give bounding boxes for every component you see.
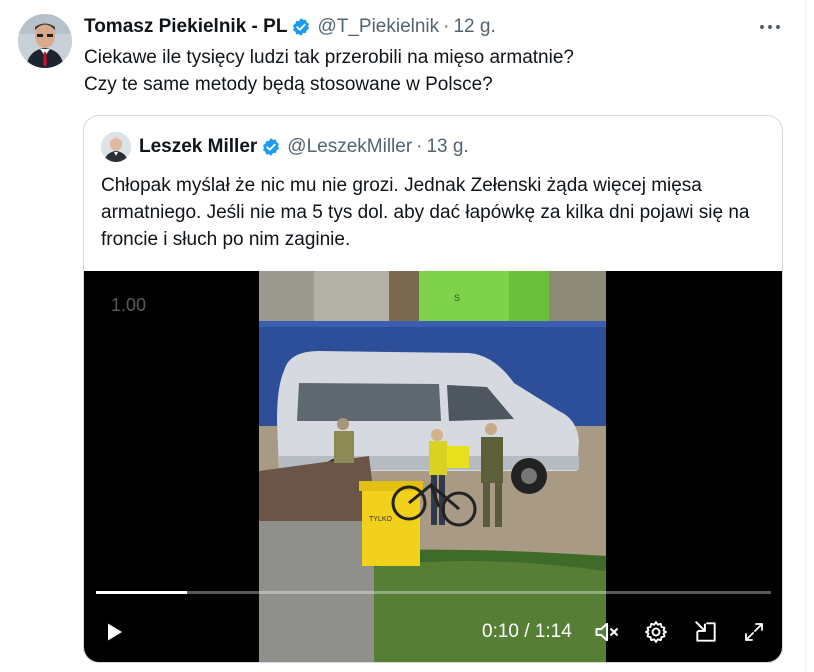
tweet-text-line: Ciekawe ile tysięcy ludzi tak przerobili… (84, 47, 574, 68)
tweet-text-line: Czy te same metody będą stosowane w Pols… (84, 74, 493, 95)
verified-badge-icon (291, 17, 311, 37)
quoted-tweet-timestamp[interactable]: 13 g. (426, 136, 468, 158)
video-progress-bar[interactable] (96, 591, 771, 594)
quoted-author-avatar[interactable] (101, 132, 131, 162)
separator-dot: · (443, 16, 450, 37)
quoted-tweet-header: Leszek Miller @LeszekMiller · 13 g. (101, 132, 469, 162)
video-player[interactable]: 1.00 S TYLKO 0:10 / 1:14 (84, 271, 782, 662)
verified-badge-icon (261, 137, 281, 157)
playback-speed-label: 1.00 (111, 295, 147, 315)
more-horizontal-icon[interactable] (756, 14, 784, 40)
video-progress-fill (96, 591, 188, 594)
quoted-tweet-card[interactable]: Leszek Miller @LeszekMiller · 13 g. Chło… (83, 115, 783, 663)
svg-text:S: S (454, 293, 460, 303)
column-divider (805, 0, 806, 672)
play-icon[interactable] (99, 617, 129, 647)
svg-text:TYLKO: TYLKO (369, 516, 393, 523)
picture-in-picture-icon[interactable] (691, 617, 721, 647)
author-handle[interactable]: @T_Piekielnik (317, 16, 439, 38)
separator-dot: · (416, 136, 423, 157)
volume-muted-icon[interactable] (592, 617, 622, 647)
author-name[interactable]: Tomasz Piekielnik - PL (84, 16, 287, 38)
video-time-readout: 0:10 / 1:14 (482, 621, 572, 642)
quoted-author-name[interactable]: Leszek Miller (139, 136, 257, 158)
video-frame: S TYLKO (259, 271, 606, 662)
tweet-header: Tomasz Piekielnik - PL @T_Piekielnik · 1… (84, 14, 496, 40)
gear-icon[interactable] (641, 617, 671, 647)
fullscreen-icon[interactable] (739, 617, 769, 647)
tweet-timestamp[interactable]: 12 g. (453, 16, 495, 38)
quoted-author-handle[interactable]: @LeszekMiller (287, 136, 412, 158)
quoted-tweet-text: Chłopak myślał że nic mu nie grozi. Jedn… (101, 175, 750, 250)
video-controls: 0:10 / 1:14 (84, 613, 782, 653)
tweet-text: Ciekawe ile tysięcy ludzi tak przerobili… (84, 44, 784, 98)
author-avatar[interactable] (18, 14, 72, 68)
